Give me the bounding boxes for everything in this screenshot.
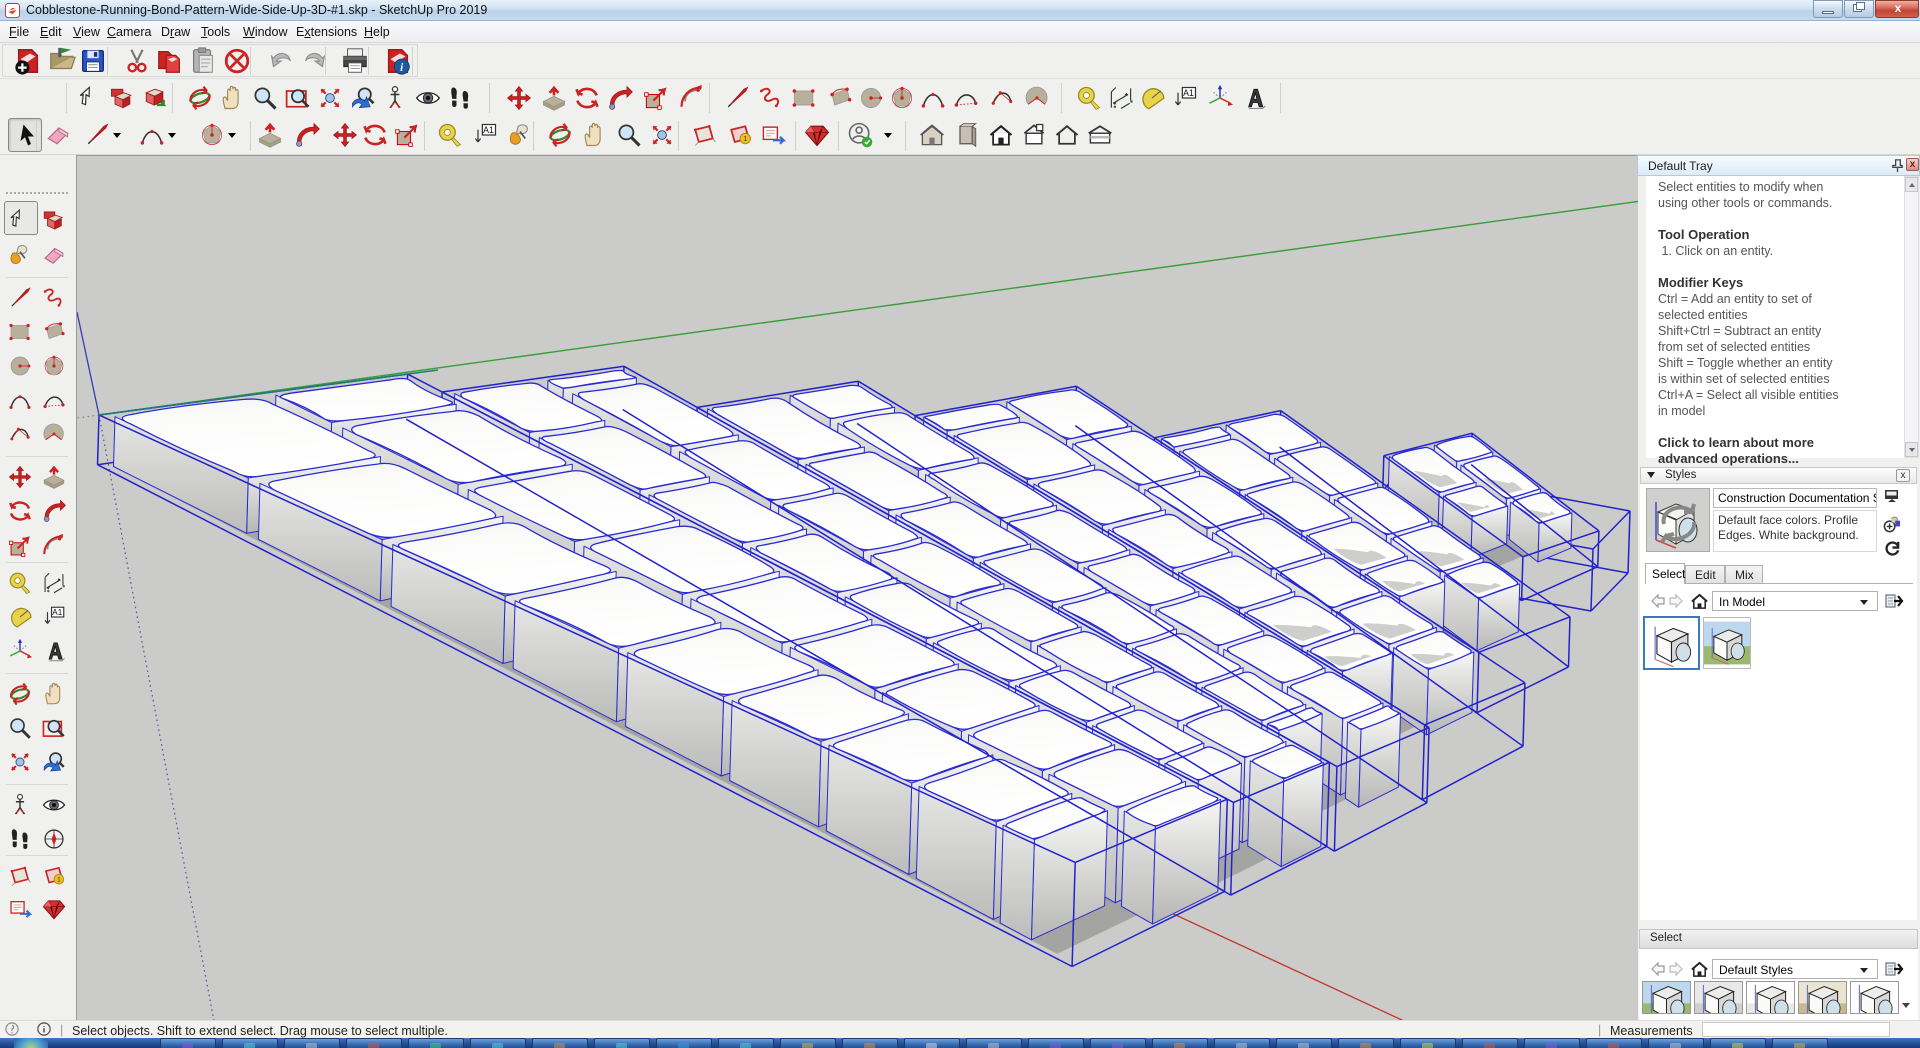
svg-text:1: 1 <box>743 136 747 143</box>
svg-text:A1: A1 <box>1183 88 1194 98</box>
svg-text:A1: A1 <box>483 125 494 135</box>
svg-text:A1: A1 <box>52 608 62 617</box>
svg-text:1: 1 <box>57 877 61 884</box>
